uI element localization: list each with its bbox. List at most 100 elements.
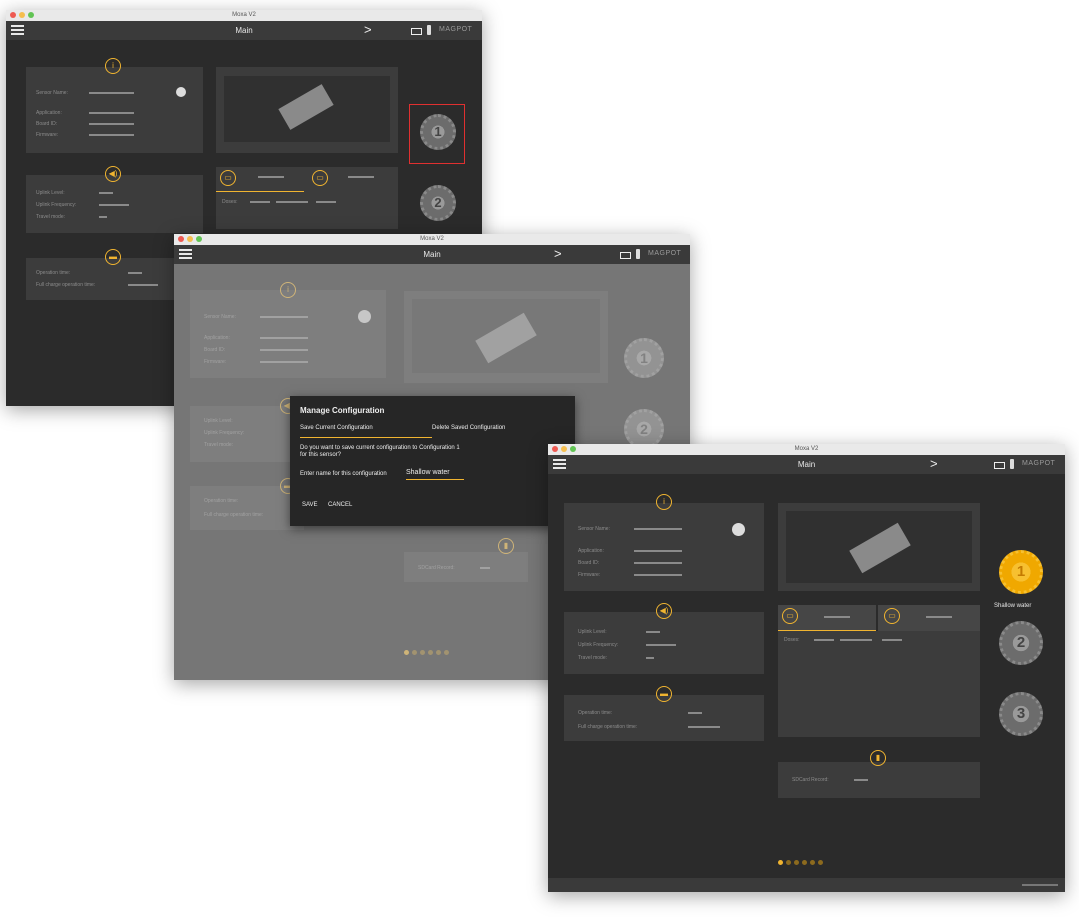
window-title: Moxa V2 — [420, 236, 444, 242]
minimize-window-button[interactable] — [561, 446, 567, 452]
brand-logo: MAGPOT — [1022, 460, 1056, 467]
channel-panel: ▭ ▭ Doses: — [216, 167, 398, 229]
usb-icon — [427, 25, 431, 35]
window-main-3: Moxa V2 Main > MAGPOT i Sensor Name: App… — [548, 444, 1065, 892]
uplink-frequency-label: Uplink Frequency: — [36, 202, 77, 208]
manage-configuration-dialog: Manage Configuration Save Current Config… — [290, 396, 575, 526]
application-label: Application: — [578, 548, 604, 554]
dose-label: Doses: — [222, 199, 238, 205]
config-name-input[interactable]: Shallow water — [406, 469, 464, 480]
uplink-panel: ◀) Uplink Level: Uplink Frequency: Trave… — [564, 603, 764, 674]
sdcard-label: SDCard Record: — [792, 777, 829, 783]
window-titlebar: Moxa V2 — [174, 234, 690, 245]
battery-status-icon — [620, 252, 631, 259]
check-icon — [176, 87, 186, 97]
info-icon: i — [105, 58, 121, 74]
app-bar: Main > MAGPOT — [548, 455, 1065, 474]
sdcard-panel: ▮ SDCard Record: — [778, 750, 980, 798]
signal-icon: ◀) — [105, 166, 121, 182]
config-1-gear-icon[interactable]: 1 — [420, 114, 456, 150]
power-panel: ▬ Operation time: Full charge operation … — [564, 686, 764, 741]
page-dot[interactable] — [786, 860, 791, 865]
firmware-label: Firmware: — [36, 132, 59, 138]
brand-logo: MAGPOT — [648, 250, 682, 257]
signal-icon: ◀) — [656, 603, 672, 619]
page-indicator — [778, 860, 823, 865]
app-bar: Main > MAGPOT — [6, 21, 482, 40]
full-charge-label: Full charge operation time: — [36, 282, 96, 288]
config-1-name: Shallow water — [994, 603, 1032, 609]
chevron-right-icon[interactable]: > — [930, 456, 938, 471]
uplink-level-label: Uplink Level: — [578, 629, 607, 635]
travel-mode-label: Travel mode: — [578, 655, 607, 661]
status-bar — [548, 878, 1065, 892]
dose-label: Doses: — [784, 637, 800, 643]
window-titlebar: Moxa V2 — [6, 10, 482, 21]
minimize-window-button[interactable] — [187, 236, 193, 242]
uplink-panel: ◀) Uplink Level: Uplink Frequency: Trave… — [26, 166, 203, 233]
info-panel: i Sensor Name: Application: Board ID: Fi… — [26, 58, 203, 153]
sdcard-icon: ▮ — [870, 750, 886, 766]
dialog-title: Manage Configuration — [300, 406, 385, 415]
board-id-label: Board ID: — [36, 121, 58, 127]
sensor-image-panel — [216, 67, 398, 153]
sensor-name-label: Sensor Name: — [578, 526, 610, 532]
channel-a-icon[interactable]: ▭ — [782, 608, 798, 624]
config-2-gear-icon[interactable]: 2 — [420, 185, 456, 221]
usb-icon — [636, 249, 640, 259]
uplink-frequency-label: Uplink Frequency: — [578, 642, 619, 648]
config-name-label: Enter name for this configuration — [300, 471, 387, 477]
window-title: Moxa V2 — [232, 12, 256, 18]
channel-b-icon[interactable]: ▭ — [312, 170, 328, 186]
page-dot[interactable] — [810, 860, 815, 865]
dialog-question: Do you want to save current configuratio… — [300, 445, 460, 458]
battery-icon: ▬ — [656, 686, 672, 702]
brand-logo: MAGPOT — [439, 26, 473, 33]
chevron-right-icon[interactable]: > — [364, 22, 372, 37]
zoom-window-button[interactable] — [28, 12, 34, 18]
close-window-button[interactable] — [10, 12, 16, 18]
minimize-window-button[interactable] — [19, 12, 25, 18]
uplink-level-label: Uplink Level: — [36, 190, 65, 196]
page-title: Main — [423, 250, 441, 259]
channel-panel: ▭ ▭ Doses: — [778, 605, 980, 737]
zoom-window-button[interactable] — [196, 236, 202, 242]
page-dot[interactable] — [818, 860, 823, 865]
channel-a-icon[interactable]: ▭ — [220, 170, 236, 186]
battery-status-icon — [411, 28, 422, 35]
window-title: Moxa V2 — [794, 446, 819, 452]
chevron-right-icon[interactable]: > — [554, 246, 562, 261]
config-3-gear-icon[interactable]: 3 — [999, 692, 1043, 736]
app-bar: Main > MAGPOT — [174, 245, 690, 264]
board-id-label: Board ID: — [578, 560, 600, 566]
battery-icon: ▬ — [105, 249, 121, 265]
usb-icon — [1010, 459, 1014, 469]
tab-save-configuration[interactable]: Save Current Configuration — [300, 425, 373, 431]
window-titlebar: Moxa V2 — [548, 444, 1065, 455]
save-button[interactable]: SAVE — [302, 502, 318, 508]
operation-time-label: Operation time: — [578, 710, 613, 716]
channel-b-icon[interactable]: ▭ — [884, 608, 900, 624]
page-dot[interactable] — [778, 860, 783, 865]
page-title: Main — [797, 460, 816, 469]
operation-time-label: Operation time: — [36, 270, 71, 276]
sensor-image-panel — [778, 503, 980, 591]
application-label: Application: — [36, 110, 62, 116]
battery-status-icon — [994, 462, 1005, 469]
info-panel: i Sensor Name: Application: Board ID: Fi… — [564, 494, 764, 591]
travel-mode-label: Travel mode: — [36, 214, 65, 220]
config-2-gear-icon[interactable]: 2 — [999, 621, 1043, 665]
full-charge-label: Full charge operation time: — [578, 724, 638, 730]
close-window-button[interactable] — [552, 446, 558, 452]
check-icon — [732, 523, 745, 536]
sensor-name-label: Sensor Name: — [36, 90, 68, 96]
config-1-gear-icon[interactable]: 1 — [999, 550, 1043, 594]
zoom-window-button[interactable] — [570, 446, 576, 452]
tab-delete-configuration[interactable]: Delete Saved Configuration — [432, 425, 505, 431]
firmware-label: Firmware: — [578, 572, 601, 578]
close-window-button[interactable] — [178, 236, 184, 242]
page-dot[interactable] — [802, 860, 807, 865]
page-dot[interactable] — [794, 860, 799, 865]
cancel-button[interactable]: CANCEL — [328, 502, 352, 508]
info-icon: i — [656, 494, 672, 510]
